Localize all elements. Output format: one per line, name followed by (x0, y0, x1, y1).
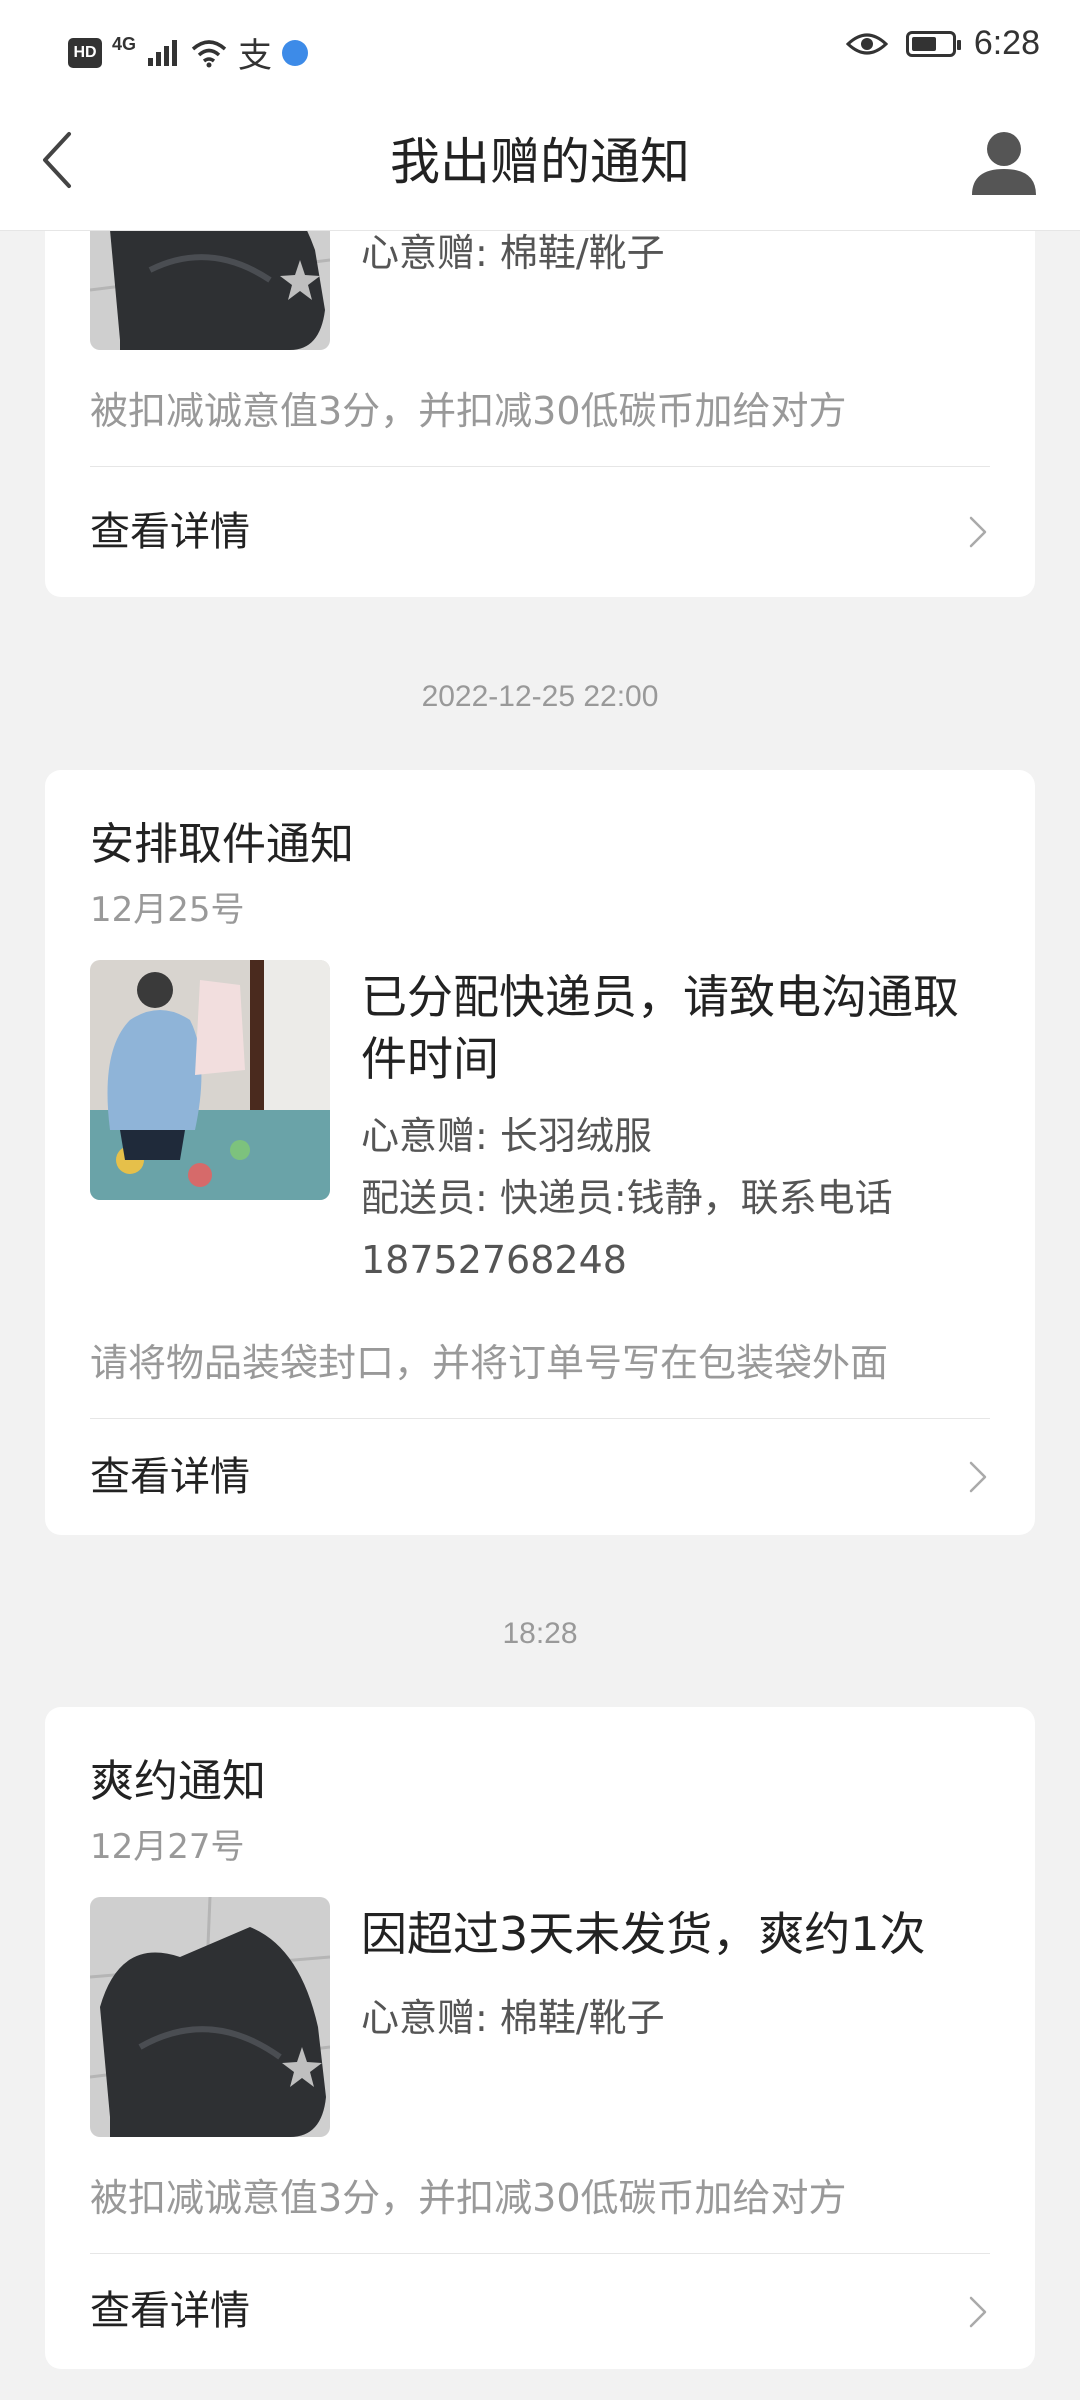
status-icons-left: HD 4G 支 (68, 28, 309, 77)
courier-info: 配送员: 快递员:钱静，联系电话18752768248 (361, 1176, 893, 1282)
timestamp: 2022-12-25 22:00 (421, 680, 659, 713)
card-date: 12月25号 (90, 890, 245, 930)
boot-image (90, 230, 330, 350)
card-date: 12月27号 (90, 1827, 245, 1867)
clock: 6:28 (973, 24, 1040, 62)
alipay-icon: 支 (238, 36, 273, 76)
user-avatar-icon (972, 132, 1036, 195)
notification-list[interactable]: 心意赠: 棉鞋/靴子 被扣减诚意值3分，并扣减30低碳币加给对方 查看详情 20… (0, 230, 1080, 2400)
jacket-image (90, 960, 330, 1200)
status-icons-right: 6:28 (845, 24, 1040, 63)
item-thumbnail[interactable] (90, 960, 330, 1200)
card-title: 安排取件通知 (90, 819, 354, 870)
packing-note: 请将物品装袋封口，并将订单号写在包装袋外面 (90, 1341, 889, 1385)
notification-headline: 因超过3天未发货，爽约1次 (361, 1907, 926, 1961)
item-thumbnail[interactable] (90, 230, 330, 350)
signal-icon (148, 39, 178, 66)
view-details-button[interactable]: 查看详情 (45, 1419, 1035, 1535)
view-details-label: 查看详情 (90, 1454, 250, 1500)
card-title: 爽约通知 (90, 1756, 266, 1807)
battery-icon (905, 30, 961, 57)
gift-label: 心意赠: 棉鞋/靴子 (361, 231, 665, 275)
profile-button[interactable] (964, 123, 1044, 203)
penalty-note: 被扣减诚意值3分，并扣减30低碳币加给对方 (90, 389, 847, 433)
chevron-right-icon (969, 2296, 987, 2328)
chevron-right-icon (969, 516, 987, 548)
gift-label: 心意赠: 长羽绒服 (361, 1114, 652, 1158)
notification-dot-icon (282, 39, 309, 66)
notification-card: 心意赠: 棉鞋/靴子 被扣减诚意值3分，并扣减30低碳币加给对方 查看详情 (45, 230, 1035, 597)
navigation-bar: 我出赠的通知 (0, 95, 1080, 231)
page-title: 我出赠的通知 (390, 133, 690, 191)
notification-card: 安排取件通知 12月25号 已分配快递员，请致电沟通取件时间 心意赠: 长羽绒服… (45, 770, 1035, 1535)
wifi-icon (191, 39, 227, 67)
penalty-note: 被扣减诚意值3分，并扣减30低碳币加给对方 (90, 2176, 847, 2220)
item-thumbnail[interactable] (90, 1897, 330, 2137)
hd-icon: HD (68, 37, 102, 68)
view-details-label: 查看详情 (90, 509, 250, 555)
timestamp: 18:28 (502, 1617, 578, 1650)
view-details-button[interactable]: 查看详情 (45, 2254, 1035, 2369)
chevron-right-icon (969, 1461, 987, 1493)
eye-icon (845, 33, 888, 54)
view-details-button[interactable]: 查看详情 (45, 467, 1035, 597)
gift-label: 心意赠: 棉鞋/靴子 (361, 1996, 665, 2040)
status-bar: HD 4G 支 6:28 (0, 0, 1080, 95)
notification-headline: 已分配快递员，请致电沟通取件时间 (361, 970, 959, 1086)
notification-card: 爽约通知 12月27号 因超过3天未发货，爽约1次 心意赠: 棉鞋/靴子 被扣减… (45, 1707, 1035, 2369)
boot-image (90, 1897, 330, 2137)
view-details-label: 查看详情 (90, 2288, 250, 2334)
network-type: 4G (112, 34, 137, 54)
